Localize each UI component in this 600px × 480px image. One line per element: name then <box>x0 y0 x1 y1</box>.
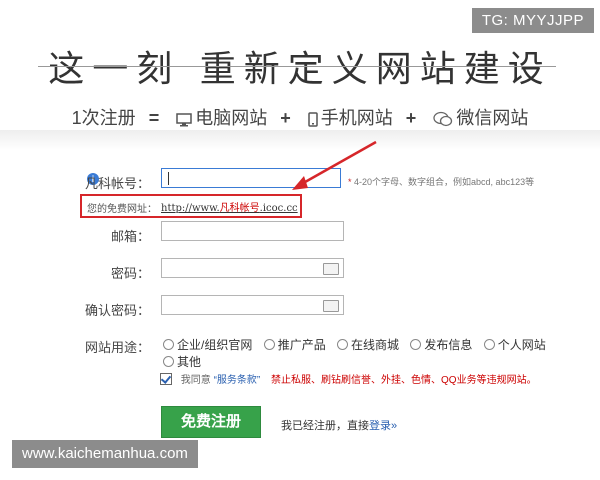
account-hint: * 4-20个字母、数字组合，例如abcd, abc123等 <box>348 175 534 188</box>
text-caret <box>168 172 169 185</box>
radio-label: 在线商城 <box>351 338 400 352</box>
required-star: * <box>348 177 352 187</box>
radio-dot[interactable] <box>410 339 422 350</box>
wechat-icon <box>433 111 453 132</box>
monitor-icon <box>176 111 192 132</box>
free-url: http://www.凡科帐号.icoc.cc <box>161 199 298 214</box>
equals-sign: = <box>148 108 160 128</box>
free-url-account: 凡科帐号 <box>219 203 260 214</box>
register-button[interactable]: 免费注册 <box>161 406 261 438</box>
account-input[interactable] <box>161 168 341 188</box>
password-label: 密码： <box>110 266 150 281</box>
violation-warning: 禁止私服、刷钻刷信誉、外挂、色情、QQ业务等违规网站。 <box>271 375 537 386</box>
terms-link[interactable]: “服务条款” <box>214 375 261 386</box>
radio-label: 个人网站 <box>497 338 546 352</box>
free-url-suffix: .icoc.cc <box>259 203 298 214</box>
purpose-radio-personal[interactable]: 个人网站 <box>483 336 546 353</box>
agree-checkbox[interactable] <box>160 373 172 385</box>
account-hint-text: 4-20个字母、数字组合，例如abcd, abc123等 <box>354 177 535 187</box>
headline-strike-line <box>38 66 556 67</box>
site-watermark: www.kaichemanhua.com <box>12 440 198 468</box>
radio-dot[interactable] <box>483 339 495 350</box>
keyboard-icon[interactable] <box>323 300 339 312</box>
subline: 1次注册 = 电脑网站 + 手机网站 + 微信网站 <box>0 104 600 132</box>
radio-dot[interactable] <box>163 356 174 367</box>
plus-sign-1: + <box>280 108 291 128</box>
confirm-password-input-box[interactable] <box>162 296 343 314</box>
account-label: 凡科帐号： <box>84 176 150 191</box>
purpose-radio-publish[interactable]: 发布信息 <box>410 336 472 353</box>
radio-dot[interactable] <box>337 339 349 350</box>
agree-prefix: 我同意 <box>180 375 211 386</box>
free-url-prefix: http://www. <box>161 203 220 214</box>
subline-count: 1次注册 <box>71 108 136 128</box>
purpose-radio-shop[interactable]: 在线商城 <box>337 336 399 353</box>
plus-sign-2: + <box>405 108 417 128</box>
password-field[interactable] <box>161 258 344 278</box>
keyboard-icon[interactable] <box>323 263 339 275</box>
confirm-password-field[interactable] <box>161 295 344 315</box>
email-input-box[interactable] <box>162 222 343 240</box>
purpose-radio-other[interactable]: 其他 <box>163 353 201 370</box>
purpose-radio-enterprise[interactable]: 企业/组织官网 <box>163 336 252 353</box>
confirm-password-label: 确认密码： <box>84 303 150 318</box>
login-arrow: » <box>391 420 398 432</box>
email-field[interactable] <box>161 221 344 241</box>
email-label: 邮箱： <box>110 229 150 244</box>
subline-pc: 电脑网站 <box>195 108 268 128</box>
login-link[interactable]: 登录 <box>369 420 391 432</box>
section-shade <box>0 130 600 150</box>
radio-label: 企业/组织官网 <box>177 338 253 352</box>
password-input-box[interactable] <box>162 259 343 277</box>
mobile-icon <box>308 111 318 132</box>
radio-label: 发布信息 <box>424 338 473 352</box>
purpose-radio-promote[interactable]: 推广产品 <box>263 336 326 353</box>
agreement-row: 我同意 “服务条款” 禁止私服、刷钻刷信誉、外挂、色情、QQ业务等违规网站。 <box>160 371 537 386</box>
account-input-box[interactable] <box>162 169 340 187</box>
radio-label: 其他 <box>177 355 202 369</box>
already-registered: 我已经注册，直接登录» <box>281 417 397 433</box>
subline-mobile: 手机网站 <box>320 108 393 128</box>
radio-dot[interactable] <box>263 339 275 350</box>
already-text: 我已经注册，直接 <box>281 420 369 432</box>
subline-wechat: 微信网站 <box>456 108 529 128</box>
radio-label: 推广产品 <box>277 338 326 352</box>
purpose-radio-group: 企业/组织官网 推广产品 在线商城 发布信息 个人网站 其他 <box>163 336 600 370</box>
tg-watermark-badge: TG: MYYJJPP <box>471 8 594 33</box>
free-url-label: 您的免费网址： <box>87 204 157 215</box>
purpose-label: 网站用途： <box>84 340 150 355</box>
radio-dot[interactable] <box>163 339 174 350</box>
